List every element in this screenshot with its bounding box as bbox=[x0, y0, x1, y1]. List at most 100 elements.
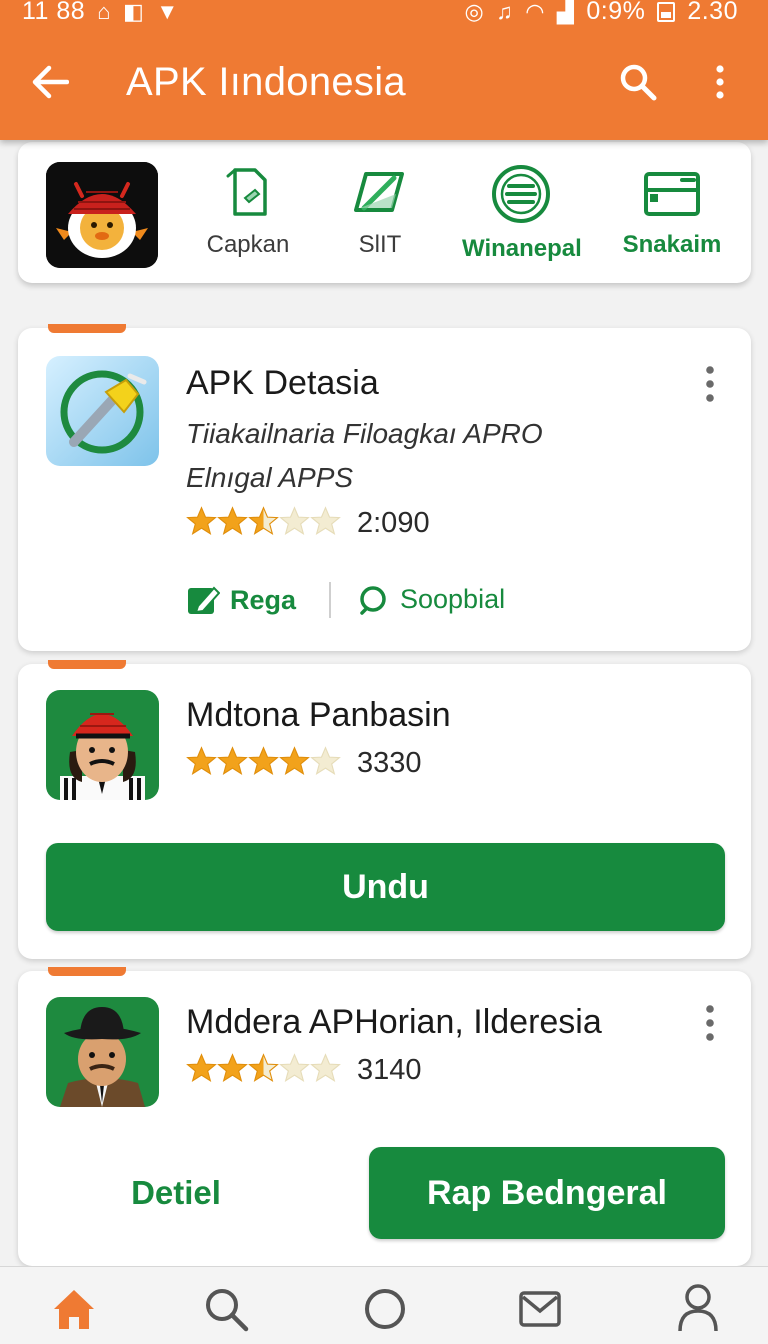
app-card[interactable]: Mddera APHorian, Ilderesia 3140 Detiel R… bbox=[18, 967, 751, 1266]
star-empty-icon bbox=[310, 1053, 341, 1082]
app-subtitle-line2: Elnıgal APPS bbox=[186, 462, 354, 493]
search-button[interactable] bbox=[614, 58, 662, 106]
star-full-icon bbox=[186, 506, 217, 535]
star-rating bbox=[186, 746, 341, 781]
nav-circle[interactable] bbox=[357, 1281, 413, 1337]
more-vertical-icon bbox=[716, 65, 724, 99]
card-accent bbox=[48, 324, 126, 333]
leaf-tag-icon bbox=[354, 172, 404, 212]
category-label: Snakaim bbox=[622, 231, 722, 258]
nav-home[interactable] bbox=[46, 1281, 102, 1337]
app-card[interactable]: APK Detasia Tiiakailnaria Filoagkaı APRO… bbox=[18, 324, 751, 651]
circle-icon bbox=[365, 1289, 405, 1329]
mute-icon: ♫ bbox=[496, 0, 514, 24]
home-icon bbox=[54, 1290, 94, 1329]
action-label: Rega bbox=[230, 584, 297, 615]
app-more-button[interactable] bbox=[695, 362, 725, 406]
location-icon: ▼ bbox=[156, 0, 179, 24]
search-icon bbox=[206, 1289, 249, 1332]
star-full-icon bbox=[217, 746, 248, 775]
star-full-icon bbox=[217, 506, 248, 535]
signal-icon: ▟ bbox=[556, 0, 575, 24]
avatar-red-hat-icon bbox=[46, 690, 159, 800]
app-icon[interactable] bbox=[46, 356, 159, 466]
app-logo[interactable] bbox=[46, 162, 158, 268]
chat-bubble-icon bbox=[360, 585, 386, 615]
rega-action[interactable]: Rega bbox=[186, 584, 296, 616]
toolbar: APK Iındonesia bbox=[0, 48, 768, 118]
app-icon[interactable] bbox=[46, 997, 159, 1107]
action-label: Soopbial bbox=[400, 584, 506, 614]
app-card[interactable]: Mdtona Panbasin 3330 Undu bbox=[18, 660, 751, 959]
category-label: SlIT bbox=[358, 231, 402, 258]
category-label: Winanepal bbox=[462, 235, 582, 262]
star-full-icon bbox=[186, 1053, 217, 1082]
star-empty-icon bbox=[279, 1053, 310, 1082]
star-half-icon bbox=[248, 1053, 279, 1082]
battery-icon bbox=[657, 1, 676, 22]
download-button[interactable]: Undu bbox=[46, 843, 725, 931]
star-rating bbox=[186, 1053, 341, 1088]
app-name: Mdtona Panbasin bbox=[186, 696, 451, 734]
star-empty-icon bbox=[310, 506, 341, 535]
app-name: APK Detasia bbox=[186, 364, 379, 402]
overflow-menu-button[interactable] bbox=[700, 58, 740, 106]
nav-search[interactable] bbox=[198, 1281, 254, 1337]
category-winanepal[interactable]: Winanepal bbox=[462, 164, 582, 263]
edit-icon bbox=[188, 586, 220, 614]
nav-mail[interactable] bbox=[512, 1281, 568, 1337]
app-icon[interactable] bbox=[46, 690, 159, 800]
soopbial-action[interactable]: Soopbial bbox=[358, 584, 505, 615]
status-time-left: 11 88 bbox=[22, 0, 86, 25]
bottom-navigation bbox=[0, 1266, 768, 1344]
more-vertical-icon bbox=[706, 366, 714, 402]
search-icon bbox=[620, 64, 657, 101]
status-bar: 11 88 ⌂ ◧ ▼ ◎ ♫ ◠ ▟ 0:9% 2.30 bbox=[0, 0, 768, 28]
nav-profile[interactable] bbox=[670, 1281, 726, 1337]
back-button[interactable] bbox=[26, 58, 74, 106]
star-full-icon bbox=[248, 746, 279, 775]
category-capkan[interactable]: Capkan bbox=[204, 164, 292, 259]
install-button[interactable]: Rap Bedngeral bbox=[369, 1147, 725, 1239]
star-full-icon bbox=[217, 1053, 248, 1082]
app-rating: 3330 bbox=[186, 746, 422, 781]
mail-icon bbox=[519, 1291, 561, 1327]
profile-icon bbox=[678, 1284, 718, 1332]
app-more-button[interactable] bbox=[695, 1001, 725, 1045]
category-strip: Capkan SlIT Winanepal Snakaim bbox=[18, 142, 751, 283]
tool-app-icon bbox=[46, 356, 159, 466]
star-empty-icon bbox=[279, 506, 310, 535]
category-snakaim[interactable]: Snakaim bbox=[620, 164, 724, 259]
more-vertical-icon bbox=[706, 1005, 714, 1041]
battery-percent: 0:9% bbox=[586, 0, 646, 25]
rating-count: 3330 bbox=[357, 747, 422, 779]
detail-button[interactable]: Detiel bbox=[78, 1147, 274, 1239]
page-title: APK Iındonesia bbox=[126, 60, 406, 104]
document-icon bbox=[226, 168, 267, 216]
avatar-black-hat-icon bbox=[46, 997, 159, 1107]
usb-icon: ⌂ bbox=[97, 0, 112, 24]
list-circle-icon bbox=[492, 165, 550, 223]
rating-count: 3140 bbox=[357, 1054, 422, 1086]
app-rating: 3140 bbox=[186, 1053, 422, 1088]
star-half-icon bbox=[248, 506, 279, 535]
card-accent bbox=[48, 967, 126, 976]
wallet-icon bbox=[644, 172, 700, 216]
notification-icon: ◧ bbox=[123, 0, 145, 24]
star-empty-icon bbox=[310, 746, 341, 775]
status-clock: 2.30 bbox=[687, 0, 738, 25]
card-accent bbox=[48, 660, 126, 669]
star-full-icon bbox=[186, 746, 217, 775]
rating-count: 2:090 bbox=[357, 507, 430, 539]
star-full-icon bbox=[279, 746, 310, 775]
app-bar: 11 88 ⌂ ◧ ▼ ◎ ♫ ◠ ▟ 0:9% 2.30 APK Iındon… bbox=[0, 0, 768, 140]
category-label: Capkan bbox=[206, 231, 290, 258]
category-silt[interactable]: SlIT bbox=[351, 164, 409, 259]
mascot-logo-icon bbox=[46, 162, 158, 268]
app-rating: 2:090 bbox=[186, 506, 430, 541]
arrow-left-icon bbox=[32, 65, 69, 99]
action-divider bbox=[329, 582, 331, 618]
alarm-icon: ◎ bbox=[464, 0, 485, 24]
star-rating bbox=[186, 506, 341, 541]
app-subtitle: Tiiakailnaria Filoagkaı APRO bbox=[186, 418, 543, 449]
